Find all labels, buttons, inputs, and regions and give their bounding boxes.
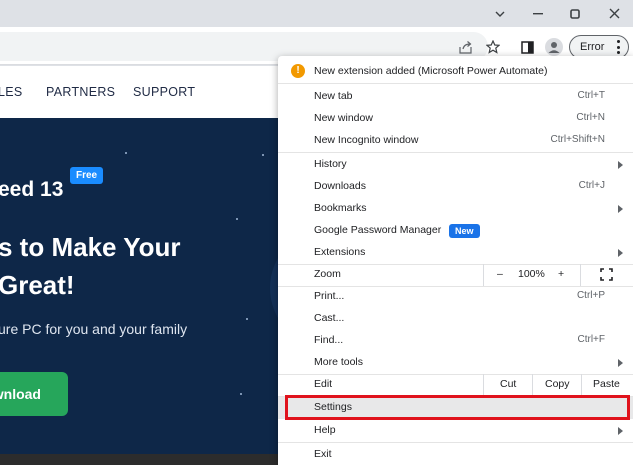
error-label: Error	[580, 41, 605, 53]
menu-separator	[278, 83, 633, 84]
nav-item-partners[interactable]: PARTNERS	[46, 85, 115, 99]
chevron-right-icon	[618, 161, 623, 169]
kebab-menu-icon[interactable]	[616, 40, 620, 54]
restore-icon[interactable]	[555, 0, 595, 27]
menu-item-exit[interactable]: Exit	[278, 444, 633, 465]
menu-divider	[483, 374, 484, 396]
star-dot	[125, 152, 127, 154]
star-dot	[262, 154, 264, 156]
menu-item-print[interactable]: Print... Ctrl+P	[278, 286, 633, 308]
zoom-out-button[interactable]: –	[497, 268, 503, 280]
star-dot	[240, 393, 242, 395]
profile-icon[interactable]	[543, 36, 565, 58]
star-icon[interactable]	[482, 36, 504, 58]
settings-highlight-box	[285, 395, 630, 420]
menu-item-extensions[interactable]: Extensions	[278, 242, 633, 264]
menu-item-zoom: Zoom – 100% +	[278, 264, 633, 286]
star-dot	[246, 318, 248, 320]
fullscreen-icon[interactable]	[600, 268, 613, 281]
menu-item-extension-notice[interactable]: ! New extension added (Microsoft Power A…	[278, 61, 633, 83]
menu-separator	[278, 442, 633, 443]
nav-item-les[interactable]: LES	[0, 85, 23, 99]
menu-item-edit: Edit Cut Copy Paste	[278, 374, 633, 396]
menu-item-help[interactable]: Help	[278, 420, 633, 442]
menu-item-incognito[interactable]: New Incognito window Ctrl+Shift+N	[278, 130, 633, 152]
menu-item-find[interactable]: Find... Ctrl+F	[278, 330, 633, 352]
menu-item-cast[interactable]: Cast...	[278, 308, 633, 330]
chevron-right-icon	[618, 359, 623, 367]
hero-headline-line-1: s to Make Your	[0, 232, 181, 262]
alert-icon: !	[291, 64, 305, 78]
menu-item-new-tab[interactable]: New tab Ctrl+T	[278, 86, 633, 108]
hero-subtitle: ure PC for you and your family	[0, 321, 188, 337]
cut-button[interactable]: Cut	[500, 378, 516, 390]
star-dot	[236, 218, 238, 220]
share-icon[interactable]	[455, 36, 477, 58]
paste-button[interactable]: Paste	[593, 378, 620, 390]
hero-headline-line-2: Great!	[0, 270, 75, 300]
menu-divider	[483, 264, 484, 286]
new-badge: New	[449, 224, 480, 238]
menu-divider	[532, 374, 533, 396]
menu-divider	[580, 264, 581, 286]
nav-item-support[interactable]: SUPPORT	[133, 85, 195, 99]
menu-item-bookmarks[interactable]: Bookmarks	[278, 198, 633, 220]
hero-product-title: eed 13	[0, 178, 64, 201]
hero-headline: s to Make Your Great!	[0, 228, 181, 304]
title-bar	[0, 0, 633, 27]
menu-separator	[278, 152, 633, 153]
menu-item-downloads[interactable]: Downloads Ctrl+J	[278, 176, 633, 198]
free-badge: Free	[70, 167, 104, 184]
zoom-level: 100%	[518, 268, 545, 280]
chevron-right-icon	[618, 427, 623, 435]
chevron-right-icon	[618, 249, 623, 257]
page-footer-strip	[0, 454, 278, 465]
copy-button[interactable]: Copy	[545, 378, 570, 390]
menu-divider	[581, 374, 582, 396]
chevron-right-icon	[618, 205, 623, 213]
close-icon[interactable]	[594, 0, 633, 27]
zoom-in-button[interactable]: +	[558, 268, 564, 280]
menu-item-more-tools[interactable]: More tools	[278, 352, 633, 374]
menu-item-new-window[interactable]: New window Ctrl+N	[278, 108, 633, 130]
side-panel-icon[interactable]	[516, 36, 538, 58]
minimize-icon[interactable]	[518, 0, 558, 27]
menu-item-history[interactable]: History	[278, 154, 633, 176]
menu-item-password-manager[interactable]: Google Password Manager New	[278, 220, 633, 242]
chevron-down-icon[interactable]	[480, 0, 520, 27]
download-button[interactable]: wnload	[0, 372, 68, 416]
